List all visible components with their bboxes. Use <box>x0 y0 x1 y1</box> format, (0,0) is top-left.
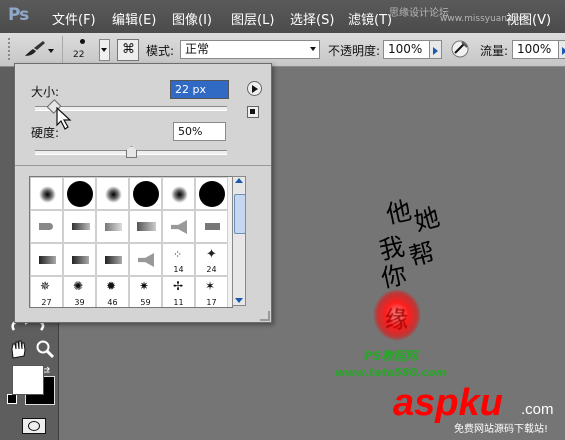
airbrush-icon <box>451 40 469 58</box>
overlay-site-url: www.missyuan.com <box>440 14 530 24</box>
brush-picker-dropdown[interactable] <box>99 39 110 61</box>
calligraphy-group: 他 她 我 帮 你 <box>360 190 450 294</box>
brush-size-readout: 22 <box>73 50 85 60</box>
panel-menu-button[interactable] <box>247 81 262 96</box>
brush-scatter-17[interactable]: ✶ 17 <box>195 276 228 307</box>
quick-mask-icon[interactable] <box>22 418 46 434</box>
opacity-arrow-button[interactable] <box>429 40 442 59</box>
brush-scatter-27[interactable]: ✵ 27 <box>30 276 63 307</box>
brush-fan-tip[interactable] <box>129 243 162 276</box>
chevron-down-icon <box>101 48 107 52</box>
chevron-down-icon <box>310 47 316 51</box>
hardness-label: 硬度: <box>31 126 60 140</box>
mode-label: 模式: <box>146 44 175 58</box>
brush-size-picker[interactable]: 22 <box>62 36 110 63</box>
opacity-value: 100% <box>388 42 423 56</box>
hardness-input[interactable]: 50% <box>173 122 226 141</box>
tool-preset-picker[interactable] <box>20 38 54 61</box>
menu-layer[interactable]: 图层(L) <box>231 9 274 28</box>
brush-flat-tip[interactable] <box>129 210 162 243</box>
site-url-watermark: www.tata580.com <box>335 366 448 379</box>
menu-select[interactable]: 选择(S) <box>290 9 334 28</box>
brush-scatter-14[interactable]: ⁘ 14 <box>162 243 195 276</box>
seal-text: 缘 <box>385 307 408 333</box>
brush-preset-panel: 大小: 22 px 硬度: 50% ⁘ 14 ✦ 24 ✵ 27 ✺ 39 ✹ … <box>14 63 272 323</box>
brush-hard-round[interactable] <box>195 177 228 210</box>
brush-flat-tip[interactable] <box>30 243 63 276</box>
brush-scatter-39[interactable]: ✺ 39 <box>63 276 96 307</box>
panel-divider <box>15 165 271 166</box>
brush-flat-tip[interactable] <box>96 210 129 243</box>
calligraphy-char-bang: 帮 <box>406 237 438 272</box>
brush-soft-round[interactable] <box>30 177 63 210</box>
red-seal-stamp: 缘 <box>374 290 420 340</box>
brush-thumbnail-grid: ⁘ 14 ✦ 24 ✵ 27 ✺ 39 ✹ 46 ✷ 59 ✢ 11 ✶ 17 <box>29 176 233 308</box>
brush-scatter-11[interactable]: ✢ 11 <box>162 276 195 307</box>
aspku-domain-suffix: .com <box>521 401 554 418</box>
flow-value: 100% <box>517 42 552 56</box>
brush-flat-tip[interactable] <box>30 210 63 243</box>
brush-soft-round[interactable] <box>162 177 195 210</box>
mode-select[interactable]: 正常 <box>180 40 320 59</box>
menu-image[interactable]: 图像(I) <box>172 9 212 28</box>
brush-hard-round[interactable] <box>129 177 162 210</box>
size-input[interactable]: 22 px <box>170 80 229 99</box>
default-colors-icon[interactable] <box>7 394 17 404</box>
brush-scatter-59[interactable]: ✷ 59 <box>129 276 162 307</box>
brush-grid-scrollbar[interactable] <box>232 176 246 306</box>
menu-bar: Ps 文件(F) 编辑(E) 图像(I) 图层(L) 选择(S) 滤镜(T) 视… <box>0 0 565 34</box>
foreground-color-swatch[interactable] <box>12 365 44 395</box>
brush-soft-round[interactable] <box>96 177 129 210</box>
aspku-tagline: 免费网站源码下载站! <box>454 424 549 435</box>
brush-flat-tip[interactable] <box>63 210 96 243</box>
brush-flat-tip[interactable] <box>195 210 228 243</box>
play-arrow-icon <box>252 85 258 93</box>
brush-flat-tip[interactable] <box>63 243 96 276</box>
menu-edit[interactable]: 编辑(E) <box>112 9 156 28</box>
menu-filter[interactable]: 滤镜(T) <box>348 9 392 28</box>
options-bar: 22 ⌘ 模式: 正常 不透明度: 100% 流量: 100% <box>0 33 565 67</box>
brush-scatter-24[interactable]: ✦ 24 <box>195 243 228 276</box>
flow-label: 流量: <box>480 44 509 58</box>
menu-file[interactable]: 文件(F) <box>52 9 96 28</box>
resize-grip-icon[interactable] <box>260 311 270 321</box>
brush-panel-icon: ⌘ <box>122 42 135 57</box>
pen-pressure-opacity-toggle[interactable] <box>449 38 471 60</box>
brush-preview-dot <box>80 39 85 44</box>
site-title-watermark: PS教程网 <box>364 349 418 363</box>
flow-input[interactable]: 100% <box>512 40 559 59</box>
hardness-value: 50% <box>178 125 203 138</box>
brush-panel-toggle[interactable]: ⌘ <box>117 39 139 61</box>
zoom-tool-icon[interactable] <box>35 339 55 359</box>
brush-flat-tip[interactable] <box>96 243 129 276</box>
brush-fan-tip[interactable] <box>162 210 195 243</box>
opacity-label: 不透明度: <box>328 44 381 58</box>
hardness-slider-thumb[interactable] <box>126 146 137 158</box>
new-preset-icon <box>250 109 255 114</box>
new-preset-button[interactable] <box>247 106 259 118</box>
photoshop-logo: Ps <box>8 5 29 25</box>
size-value: 22 px <box>175 83 206 96</box>
brush-hard-round[interactable] <box>63 177 96 210</box>
brush-tool-icon <box>25 41 54 56</box>
scroll-thumb[interactable] <box>234 194 246 234</box>
brush-scatter-46[interactable]: ✹ 46 <box>96 276 129 307</box>
calligraphy-char-ta: 他 <box>383 195 415 230</box>
aspku-brand: aspku <box>393 382 503 424</box>
mode-value: 正常 <box>185 42 210 56</box>
opacity-input[interactable]: 100% <box>383 40 430 59</box>
scroll-down-icon[interactable] <box>235 298 243 303</box>
scroll-up-icon[interactable] <box>235 178 243 183</box>
flow-arrow-button[interactable] <box>558 40 565 59</box>
hand-tool-icon[interactable] <box>9 339 27 359</box>
size-label: 大小: <box>31 85 60 99</box>
